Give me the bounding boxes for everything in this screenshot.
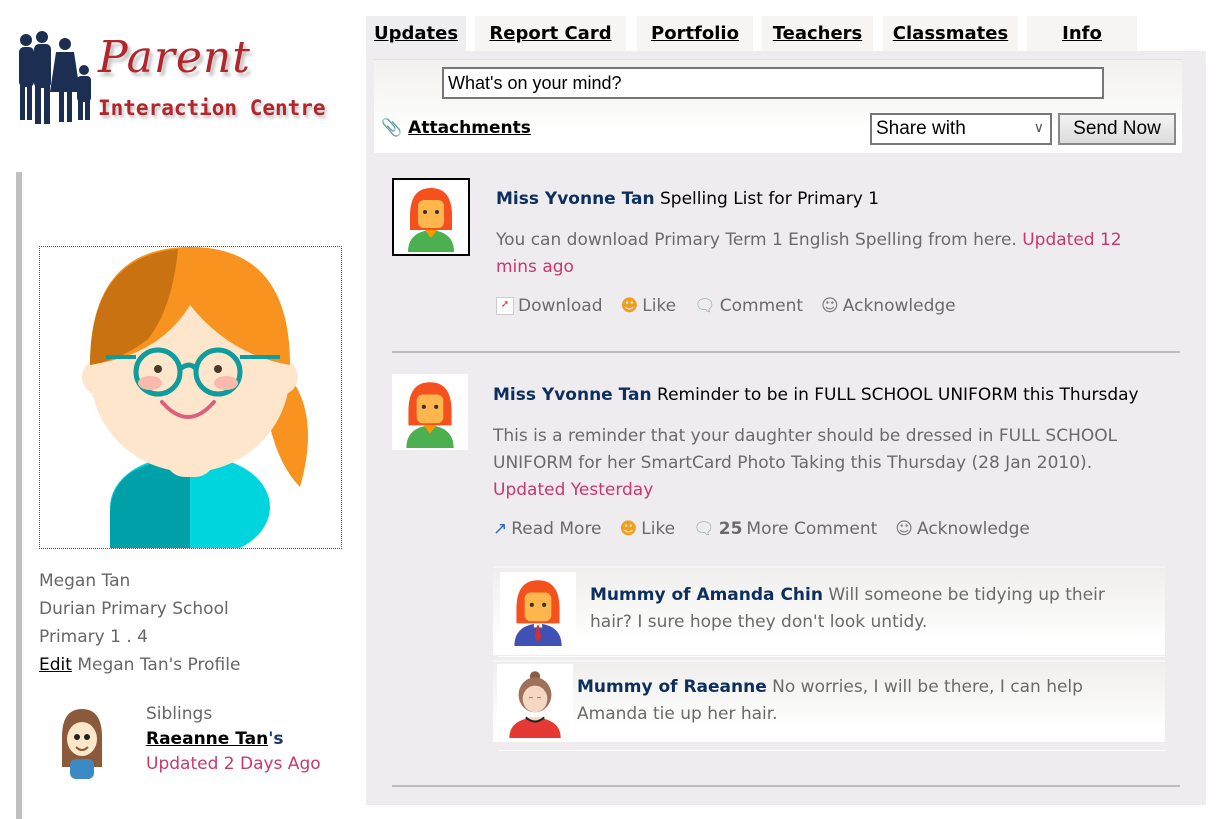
sibling-possessive: 's [268,729,284,749]
profile-sidebar: Megan Tan Durian Primary School Primary … [16,172,372,819]
post-actions: ➚ Download ☻ Like 🗨 Comment ☺ Acknowledge [496,296,1156,316]
comment-label: Comment [719,296,804,316]
post-updated: Updated Yesterday [493,480,654,500]
comment-label: More Comment [746,519,878,539]
teacher-avatar[interactable] [392,178,470,256]
post-title: Miss Yvonne Tan Spelling List for Primar… [496,186,1156,212]
smiley-icon: ☺ [821,296,839,316]
attachments-label: Attachments [408,118,531,138]
download-button[interactable]: ➚ Download [496,296,603,316]
smiley-like-icon: ☻ [619,519,638,539]
teacher-icon [408,188,454,252]
tab-info[interactable]: Info [1027,16,1137,51]
share-with-value: Share with [876,118,966,139]
read-more-button[interactable]: ↗ Read More [493,519,602,539]
post-actions: ↗ Read More ☻ Like 🗨 25 More Comment ☺ Acknow… [493,519,1153,539]
profile-info: Megan Tan Durian Primary School Primary … [39,567,240,679]
post-text: You can download Primary Term 1 English … [496,230,1017,250]
edit-profile-link[interactable]: Edit [39,655,72,675]
post-divider [392,351,1180,353]
comment-divider [499,750,1165,751]
smiley-icon: ☺ [895,519,913,539]
teacher-avatar[interactable] [392,374,468,450]
tab-updates[interactable]: Updates [366,16,466,51]
post-title: Miss Yvonne Tan Reminder to be in FULL S… [493,382,1153,408]
student-name: Megan Tan [39,571,131,591]
comment-count: 25 [718,519,743,539]
updates-panel: 📎Attachments Share with ∨ Send Now Miss … [366,51,1206,805]
student-school: Durian Primary School [39,599,229,619]
comment-button[interactable]: 🗨 Comment [694,296,803,316]
teacher-icon [406,382,454,448]
post-composer: 📎Attachments Share with ∨ Send Now [374,59,1182,153]
sibling-link[interactable]: Raeanne Tan [146,729,268,749]
parent-icon [514,580,562,646]
student-class: Primary 1 . 4 [39,627,148,647]
family-silhouette-icon [19,31,91,124]
post-subject: Spelling List for Primary 1 [660,189,880,209]
like-button[interactable]: ☻ Like [621,296,677,316]
post-description: You can download Primary Term 1 English … [496,227,1156,281]
attachments-link[interactable]: 📎 Attachments [381,118,531,138]
comment-author[interactable]: Mummy of Amanda Chin [590,585,823,605]
external-link-icon: ↗ [493,519,508,539]
sibling-updated: Updated 2 Days Ago [146,754,321,774]
logo-title: Parent [98,32,251,83]
like-label: Like [642,296,677,316]
post-description: This is a reminder that your daughter sh… [493,423,1153,504]
acknowledge-button[interactable]: ☺ Acknowledge [821,296,956,316]
tab-teachers[interactable]: Teachers [762,16,873,51]
more-comments-button[interactable]: 🗨 25 More Comment [693,519,877,539]
tab-report-card[interactable]: Report Card [475,16,626,51]
post-author[interactable]: Miss Yvonne Tan [496,189,655,209]
site-logo[interactable]: Parent Interaction Centre [14,28,344,128]
comment-divider [499,656,1165,657]
tab-classmates[interactable]: Classmates [883,16,1018,51]
comment-text: Mummy of Amanda Chin Will someone be tid… [590,582,1150,636]
comment-text: Mummy of Raeanne No worries, I will be t… [577,674,1137,728]
tab-portfolio[interactable]: Portfolio [637,16,753,51]
share-with-select[interactable]: Share with ∨ [870,113,1052,145]
commenter-avatar[interactable] [497,664,573,740]
status-input[interactable] [442,67,1104,99]
post-author[interactable]: Miss Yvonne Tan [493,385,652,405]
download-label: Download [518,296,603,316]
post-divider [392,785,1180,787]
post-text: This is a reminder that your daughter sh… [493,426,1118,473]
post-body: Miss Yvonne Tan Spelling List for Primar… [496,178,1156,316]
edit-profile-suffix: Megan Tan's Profile [77,655,241,675]
girl-avatar-icon [82,247,308,548]
parent-icon [509,671,561,738]
paperclip-icon: 📎 [381,118,403,138]
smiley-like-icon: ☻ [620,296,639,316]
profile-photo [39,246,342,549]
send-now-button[interactable]: Send Now [1058,113,1176,145]
post-body: Miss Yvonne Tan Reminder to be in FULL S… [493,374,1153,539]
acknowledge-label: Acknowledge [917,519,1030,539]
chevron-down-icon: ∨ [1033,119,1044,135]
siblings-label: Siblings [146,704,213,724]
post-subject: Reminder to be in FULL SCHOOL UNIFORM th… [657,385,1139,405]
pdf-icon: ➚ [496,297,514,315]
speech-bubble-icon: 🗨 [693,519,715,539]
speech-bubble-icon: 🗨 [694,296,716,316]
commenter-avatar[interactable] [500,572,576,648]
comment-item: Mummy of Raeanne No worries, I will be t… [493,660,1165,742]
comment-author[interactable]: Mummy of Raeanne [577,677,767,697]
comment-item: Mummy of Amanda Chin Will someone be tid… [493,566,1165,655]
acknowledge-label: Acknowledge [842,296,956,316]
like-button[interactable]: ☻ Like [620,519,676,539]
read-more-label: Read More [511,519,602,539]
acknowledge-button[interactable]: ☺ Acknowledge [895,519,1030,539]
logo-subtitle: Interaction Centre [98,96,326,120]
sibling-avatar[interactable] [52,707,112,779]
like-label: Like [641,519,676,539]
edit-profile-row: Edit Megan Tan's Profile [39,651,240,679]
sibling-info: Siblings Raeanne Tan's Updated 2 Days Ag… [146,702,321,777]
